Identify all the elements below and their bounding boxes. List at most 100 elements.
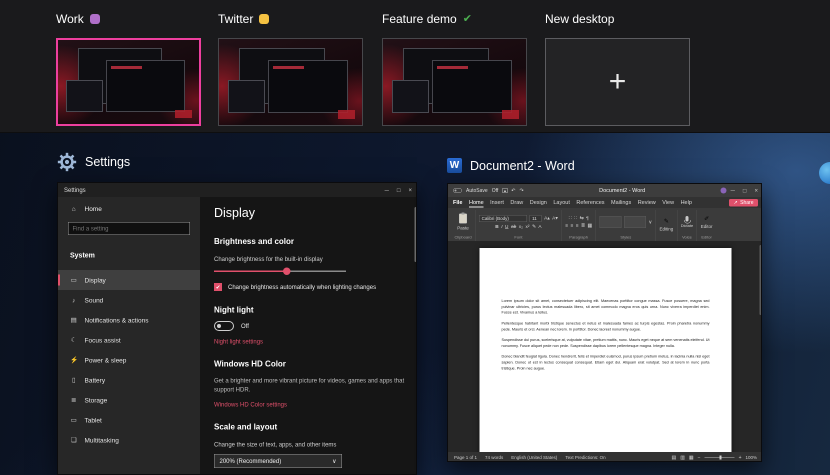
shrink-font-icon[interactable]: A▾ (552, 216, 558, 222)
status-item[interactable]: English (United States) (511, 455, 557, 460)
status-item[interactable]: Text Predictions: On (565, 455, 605, 460)
brightness-slider[interactable] (214, 271, 346, 273)
underline-button[interactable]: U (505, 224, 508, 230)
align-left-icon[interactable]: ≡ (565, 223, 568, 229)
night-light-toggle[interactable] (214, 321, 234, 331)
close-button[interactable]: × (754, 187, 758, 194)
style-chip[interactable] (624, 216, 646, 228)
night-light-settings-link[interactable]: Night light settings (214, 338, 404, 345)
word-window-preview[interactable]: AutoSave Off ↶ ↷ Document2 - Word ─ □ × … (447, 183, 762, 462)
autosave-toggle[interactable] (453, 188, 462, 193)
zoom-level[interactable]: 100% (745, 455, 757, 460)
close-button[interactable]: × (408, 187, 412, 194)
desktop-thumbnail-feature-demo[interactable] (382, 38, 527, 126)
partial-window-icon[interactable] (819, 162, 830, 184)
sidebar-item-battery[interactable]: ▯Battery (58, 370, 200, 390)
status-item[interactable]: Page 1 of 1 (454, 455, 477, 460)
user-avatar[interactable] (721, 188, 727, 194)
share-button[interactable]: ↗ Share (729, 199, 758, 207)
sidebar-item-display[interactable]: ▭Display (58, 270, 200, 290)
scale-dropdown[interactable]: 200% (Recommended) ∨ (214, 454, 342, 468)
sidebar-item-focus-assist[interactable]: ☾Focus assist (58, 330, 200, 350)
italic-button[interactable]: I (501, 224, 502, 230)
undo-icon[interactable]: ↶ (511, 188, 515, 194)
read-mode-icon[interactable]: ▤ (671, 455, 676, 461)
tab-mailings[interactable]: Mailings (611, 200, 631, 206)
zoom-in-icon[interactable]: + (739, 455, 742, 461)
superscript-button[interactable]: x² (525, 224, 529, 230)
line-spacing-icon[interactable]: ≣ (581, 223, 585, 229)
new-desktop-button[interactable]: + (545, 38, 690, 126)
minimize-button[interactable]: ─ (385, 187, 389, 194)
text-highlight-icon[interactable]: ✎ (532, 224, 536, 230)
tab-layout[interactable]: Layout (553, 200, 570, 206)
sidebar-item-storage[interactable]: ≣Storage (58, 390, 200, 410)
settings-window-preview[interactable]: Settings ─ □ × ⌂ Home System (57, 182, 417, 475)
auto-brightness-checkbox[interactable]: ✔ (214, 283, 222, 291)
brightness-slider-thumb[interactable] (283, 268, 291, 276)
desktop-label-twitter[interactable]: Twitter (218, 8, 363, 30)
font-name-box[interactable]: Calibri (Body) (479, 215, 527, 222)
desktop-label-work[interactable]: Work (56, 8, 201, 30)
paste-button[interactable] (459, 214, 467, 224)
desktop-label-feature-demo[interactable]: Feature demo ✔ (382, 8, 527, 30)
editor-button[interactable]: Editor (701, 224, 713, 229)
zoom-slider[interactable] (705, 457, 735, 458)
tab-insert[interactable]: Insert (490, 200, 504, 206)
bullets-icon[interactable]: ∷ (569, 216, 572, 222)
tab-references[interactable]: References (576, 200, 604, 206)
redo-icon[interactable]: ↷ (519, 188, 523, 194)
word-window-title[interactable]: W Document2 - Word (447, 158, 575, 173)
minimize-button[interactable]: ─ (731, 187, 735, 194)
align-right-icon[interactable]: ≡ (576, 223, 579, 229)
tab-file[interactable]: File (453, 200, 462, 206)
settings-scrollbar[interactable] (415, 207, 418, 262)
print-layout-icon[interactable]: ▥ (680, 455, 685, 461)
tab-help[interactable]: Help (681, 200, 692, 206)
style-chip[interactable] (600, 216, 622, 228)
sound-icon: ♪ (70, 296, 78, 304)
tab-draw[interactable]: Draw (510, 200, 523, 206)
zoom-slider-knob[interactable] (720, 456, 722, 460)
numbering-icon[interactable]: ∷ (574, 216, 577, 222)
sidebar-item-home[interactable]: ⌂ Home (58, 202, 200, 215)
strikethrough-button[interactable]: ab (511, 224, 516, 230)
word-scrollbar[interactable] (760, 245, 763, 315)
sidebar-item-tablet[interactable]: ▭Tablet (58, 410, 200, 430)
tab-view[interactable]: View (662, 200, 674, 206)
sidebar-item-notifications-actions[interactable]: ▤Notifications & actions (58, 310, 200, 330)
sidebar-item-power-sleep[interactable]: ⚡Power & sleep (58, 350, 200, 370)
settings-titlebar: Settings ─ □ × (58, 183, 417, 197)
sidebar-item-sound[interactable]: ♪Sound (58, 290, 200, 310)
settings-window-title[interactable]: Settings (57, 152, 130, 172)
align-center-icon[interactable]: ≡ (571, 223, 574, 229)
dictate-button[interactable]: Dictate (681, 224, 693, 229)
grow-font-icon[interactable]: A▴ (544, 216, 550, 222)
web-layout-icon[interactable]: ▦ (689, 455, 694, 461)
desktop-thumbnail-twitter[interactable] (218, 38, 363, 126)
word-page[interactable]: Lorem ipsum dolor sit amet, consectetuer… (480, 248, 732, 452)
font-color-icon[interactable]: A (538, 224, 541, 230)
font-size-box[interactable]: 11 (530, 215, 542, 222)
subscript-button[interactable]: x₂ (519, 224, 523, 230)
tab-review[interactable]: Review (638, 200, 656, 206)
shading-icon[interactable]: ▦ (588, 223, 592, 229)
status-item[interactable]: 74 words (485, 455, 503, 460)
hd-color-settings-link[interactable]: Windows HD Color settings (214, 401, 404, 408)
indent-icon[interactable]: ⇆ (580, 216, 584, 222)
paragraph-mark-icon[interactable]: ¶ (586, 216, 589, 222)
tab-design[interactable]: Design (530, 200, 547, 206)
styles-caret-icon[interactable]: ∨ (649, 219, 652, 225)
settings-content: Display Brightness and color Change brig… (200, 197, 417, 475)
zoom-out-icon[interactable]: − (698, 455, 701, 461)
sidebar-item-multitasking[interactable]: ❏Multitasking (58, 430, 200, 450)
maximize-button[interactable]: □ (743, 187, 747, 194)
microphone-icon[interactable] (686, 216, 689, 222)
desktop-thumbnail-work[interactable] (56, 38, 201, 126)
maximize-button[interactable]: □ (397, 187, 401, 194)
settings-search-input[interactable] (69, 225, 190, 232)
save-icon[interactable] (502, 188, 507, 193)
tab-home[interactable]: Home (469, 200, 484, 206)
editing-button[interactable]: Editing (660, 226, 674, 231)
bold-button[interactable]: B (495, 224, 498, 230)
